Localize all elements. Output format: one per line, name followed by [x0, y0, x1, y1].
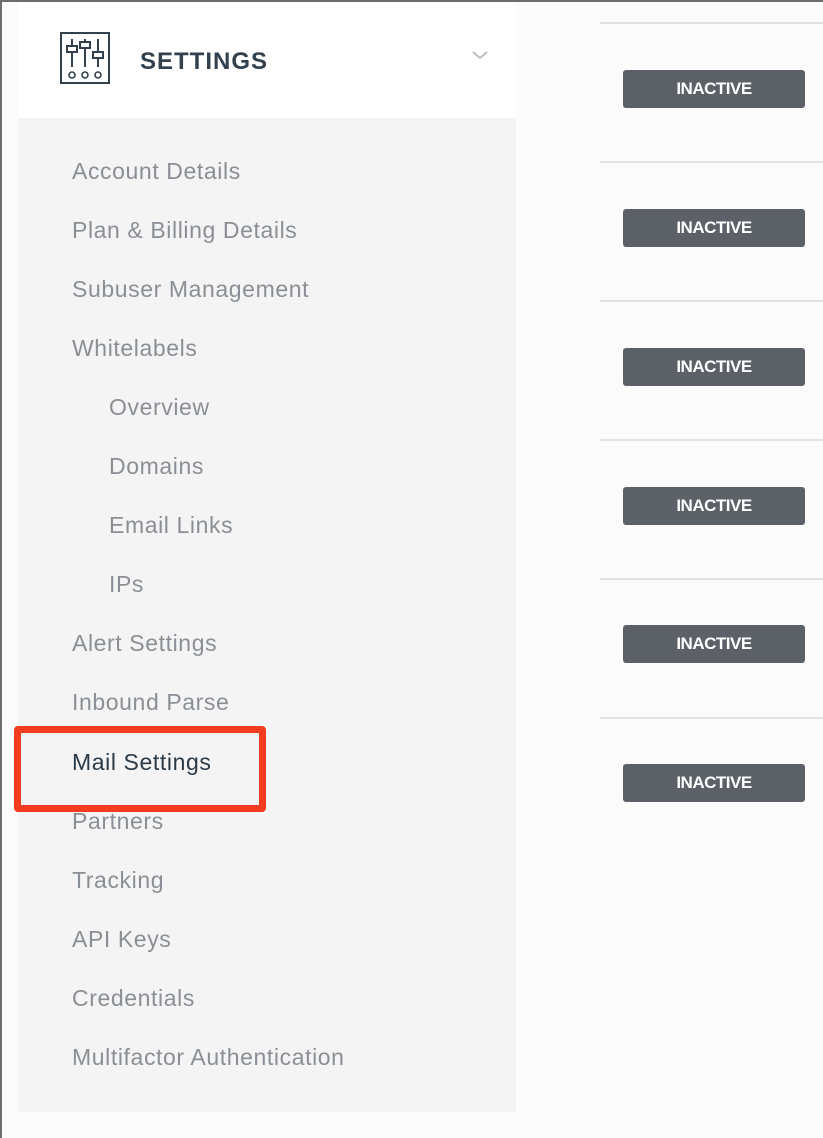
- status-badge[interactable]: INACTIVE: [623, 625, 805, 663]
- row-divider: [600, 578, 823, 580]
- sliders-icon: [60, 32, 110, 84]
- sidebar-subitem-domains[interactable]: Domains: [109, 451, 204, 481]
- status-badge[interactable]: INACTIVE: [623, 348, 805, 386]
- sidebar-item-mail-settings[interactable]: Mail Settings: [72, 747, 211, 777]
- sidebar-item-multifactor-authentication[interactable]: Multifactor Authentication: [72, 1042, 345, 1072]
- row-divider: [600, 439, 823, 441]
- sidebar-subitem-email-links[interactable]: Email Links: [109, 510, 233, 540]
- sidebar-item-partners[interactable]: Partners: [72, 806, 164, 836]
- settings-title: SETTINGS: [140, 48, 269, 75]
- sidebar-item-account-details[interactable]: Account Details: [72, 156, 241, 186]
- sidebar-subitem-ips[interactable]: IPs: [109, 569, 144, 599]
- row-divider: [600, 717, 823, 719]
- sidebar-item-credentials[interactable]: Credentials: [72, 983, 195, 1013]
- row-divider: [600, 300, 823, 302]
- main-content: INACTIVE INACTIVE INACTIVE INACTIVE INAC…: [516, 2, 823, 1138]
- sidebar-item-inbound-parse[interactable]: Inbound Parse: [72, 687, 229, 717]
- sidebar-subitem-overview[interactable]: Overview: [109, 392, 210, 422]
- row-divider: [600, 161, 823, 163]
- sidebar-item-alert-settings[interactable]: Alert Settings: [72, 628, 217, 658]
- sidebar-item-tracking[interactable]: Tracking: [72, 865, 164, 895]
- status-badge[interactable]: INACTIVE: [623, 487, 805, 525]
- sidebar-item-plan-billing-details[interactable]: Plan & Billing Details: [72, 215, 297, 245]
- window: SETTINGS Account Details Plan & Billing …: [0, 0, 823, 1138]
- sidebar-item-whitelabels[interactable]: Whitelabels: [72, 333, 198, 363]
- status-badge[interactable]: INACTIVE: [623, 70, 805, 108]
- status-badge[interactable]: INACTIVE: [623, 764, 805, 802]
- settings-sidebar: SETTINGS Account Details Plan & Billing …: [18, 2, 516, 1112]
- chevron-down-icon[interactable]: [470, 48, 490, 62]
- sidebar-item-subuser-management[interactable]: Subuser Management: [72, 274, 309, 304]
- status-badge[interactable]: INACTIVE: [623, 209, 805, 247]
- row-divider: [600, 22, 823, 24]
- sidebar-item-api-keys[interactable]: API Keys: [72, 924, 171, 954]
- settings-header[interactable]: SETTINGS: [18, 2, 516, 118]
